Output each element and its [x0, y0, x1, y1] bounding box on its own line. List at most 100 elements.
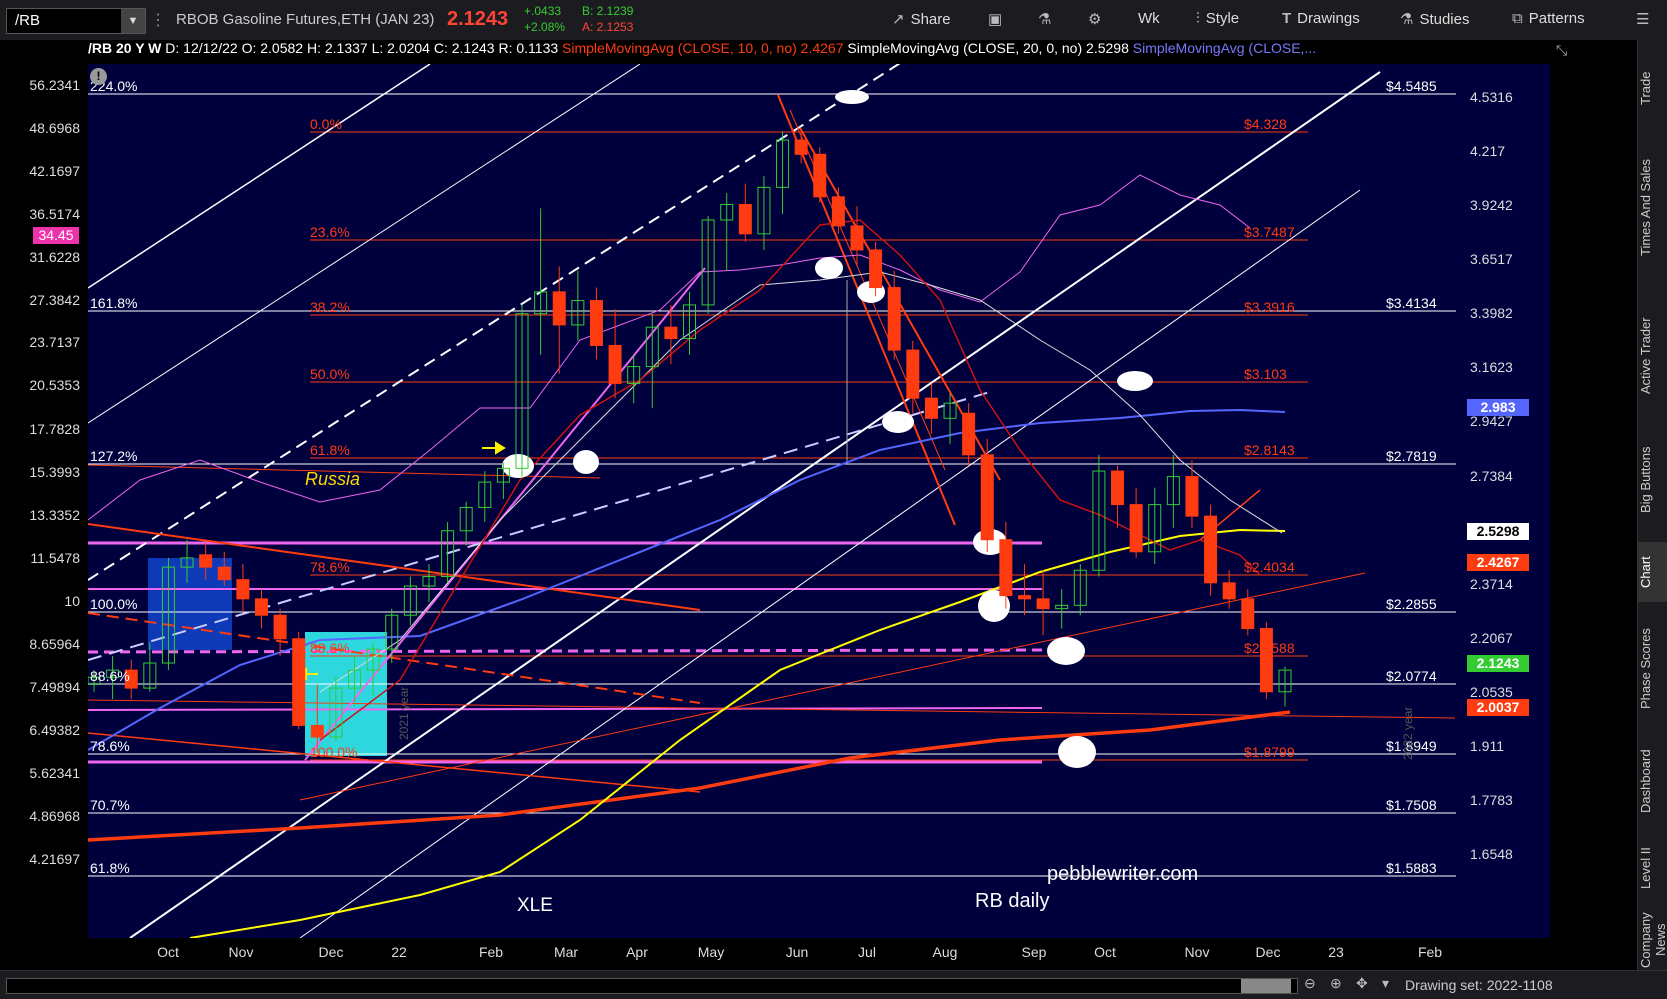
right-axis-tick: 2.7384 [1470, 468, 1513, 484]
tab-big-buttons[interactable]: Big Buttons [1638, 430, 1667, 530]
x-axis-month: Dec [319, 944, 344, 960]
left-axis-tick: 4.21697 [29, 851, 80, 867]
symbol-selector[interactable]: /RB ▼ [6, 8, 146, 34]
watermark-desc: RB daily [975, 890, 1049, 912]
fib-price-label: $2.1588 [1244, 640, 1295, 656]
left-axis-tick: 23.7137 [29, 334, 80, 350]
xle-label: XLE [517, 895, 553, 916]
chevron-down-icon[interactable]: ▼ [121, 9, 145, 33]
fib-level-label: 38.2% [310, 299, 350, 315]
candle-body [664, 326, 678, 340]
right-sidebar: Trade Times And Sales Active Trader Big … [1637, 40, 1667, 970]
pan-icon[interactable]: ✥ [1356, 975, 1368, 992]
white-oval-marker [1058, 736, 1096, 768]
last-price: 2.1243 [447, 8, 509, 30]
candle-body [813, 153, 827, 198]
left-axis-tick: 5.62341 [29, 765, 80, 781]
expand-icon[interactable]: ▾ [1382, 975, 1389, 992]
white-oval-marker [573, 450, 599, 474]
x-axis-month: Oct [1094, 944, 1116, 960]
info-icon[interactable]: ! [90, 68, 107, 85]
fib-price-label: $3.103 [1244, 366, 1287, 382]
patterns-button[interactable]: ⧉ Patterns [1512, 10, 1585, 27]
bottom-bar: ⊖ ⊕ ✥ ▾ Drawing set: 2022-1108 [0, 970, 1667, 999]
tab-phase-scores[interactable]: Phase Scores [1638, 614, 1667, 724]
candle-body [980, 454, 994, 541]
russia-annotation: Russia [305, 469, 360, 489]
candle-body [236, 579, 250, 600]
aggregation-button[interactable]: Wk [1138, 10, 1160, 27]
left-axis-tick: 48.6968 [29, 120, 80, 136]
x-axis-month: May [698, 944, 724, 960]
candle-body [1017, 595, 1031, 600]
x-axis-month: 22 [391, 944, 407, 960]
tab-active-trader[interactable]: Active Trader [1638, 296, 1667, 416]
tab-dashboard[interactable]: Dashboard [1638, 736, 1667, 826]
symbol-text: /RB [15, 12, 41, 29]
gear-button[interactable]: ⚙ [1088, 10, 1107, 28]
gear-icon: ⚙ [1088, 11, 1102, 28]
sma10-label: SimpleMovingAvg (CLOSE, 10, 0, no) [562, 40, 797, 56]
tab-company-news[interactable]: Company News [1638, 910, 1667, 970]
time-scrollbar[interactable] [6, 978, 1298, 994]
chart-settings-button[interactable]: ▣ [988, 10, 1008, 28]
candle-body [292, 638, 306, 726]
candle-body [608, 344, 622, 384]
share-button[interactable]: ↗ Share [892, 10, 951, 28]
zoom-out-icon[interactable]: ⊖ [1304, 975, 1316, 992]
candle-body [1241, 598, 1255, 630]
candle-body [962, 412, 976, 456]
right-axis-tick: 2.0535 [1470, 684, 1513, 700]
right-marker-label: 2.983 [1480, 399, 1515, 415]
flask-icon: ⚗ [1038, 11, 1052, 28]
x-axis-month: Nov [229, 944, 254, 960]
white-level-left-label: 100.0% [90, 596, 137, 612]
zoom-in-icon[interactable]: ⊕ [1330, 975, 1342, 992]
tab-level-ii[interactable]: Level II [1638, 838, 1667, 898]
style-button[interactable]: ⫶ Style [1196, 10, 1239, 27]
left-axis-tick: 11.5478 [30, 550, 80, 566]
collapse-icon[interactable]: ⤡ [1556, 42, 1567, 59]
fib-level-label: 100.0% [310, 744, 357, 760]
date-label: D: 12/12/22 [165, 40, 238, 56]
tab-chart[interactable]: Chart [1638, 542, 1667, 602]
x-axis-month: Apr [626, 944, 648, 960]
layout-icon: ▣ [988, 11, 1003, 28]
candle-body [1204, 515, 1218, 584]
tab-times-and-sales[interactable]: Times And Sales [1638, 132, 1667, 282]
fib-level-label: 78.6% [310, 559, 350, 575]
white-level-right-label: $1.5883 [1386, 860, 1437, 876]
symbol-description: RBOB Gasoline Futures,ETH (JAN 23) [176, 11, 435, 28]
candle-body [273, 614, 287, 640]
right-axis-tick: 2.3714 [1470, 576, 1513, 592]
x-axis-month: 23 [1328, 944, 1344, 960]
fib-level-label: 61.8% [310, 442, 350, 458]
fib-level-label: 23.6% [310, 224, 350, 240]
price-chart[interactable]: 56.2341 48.6968 42.1697 36.5174 31.6228 27.38… [0, 40, 1637, 970]
fib-level-label: 0.0% [310, 116, 342, 132]
x-axis-month: Feb [479, 944, 503, 960]
candles-icon: ⫶ [1196, 10, 1200, 27]
tab-trade[interactable]: Trade [1638, 58, 1667, 118]
grip-icon[interactable]: ⋮ [150, 10, 166, 30]
scrollbar-thumb[interactable] [1241, 979, 1291, 993]
right-axis-tick: 1.6548 [1470, 846, 1513, 862]
left-axis-tick: 8.65964 [29, 636, 80, 652]
right-marker-label: 2.1243 [1477, 655, 1520, 671]
white-oval-marker [815, 257, 843, 279]
left-axis-tick: 36.5174 [29, 206, 80, 222]
x-axis-month: Mar [554, 944, 578, 960]
menu-button[interactable]: ☰ [1636, 10, 1655, 28]
fib-level-label: 50.0% [310, 366, 350, 382]
left-axis-tick: 7.49894 [29, 679, 80, 695]
right-axis-tick: 4.217 [1470, 143, 1505, 159]
left-axis-tick: 13.3352 [29, 507, 80, 523]
right-marker-label: 2.0037 [1477, 699, 1520, 715]
sma3-label: SimpleMovingAvg (CLOSE,... [1132, 40, 1317, 56]
drawings-button[interactable]: T Drawings [1282, 10, 1360, 27]
flask-button[interactable]: ⚗ [1038, 10, 1057, 28]
white-level-right-label: $4.5485 [1386, 78, 1437, 94]
studies-button[interactable]: ⚗ Studies [1400, 10, 1470, 28]
white-level-right-label: $1.7508 [1386, 797, 1437, 813]
candle-body [254, 598, 268, 616]
